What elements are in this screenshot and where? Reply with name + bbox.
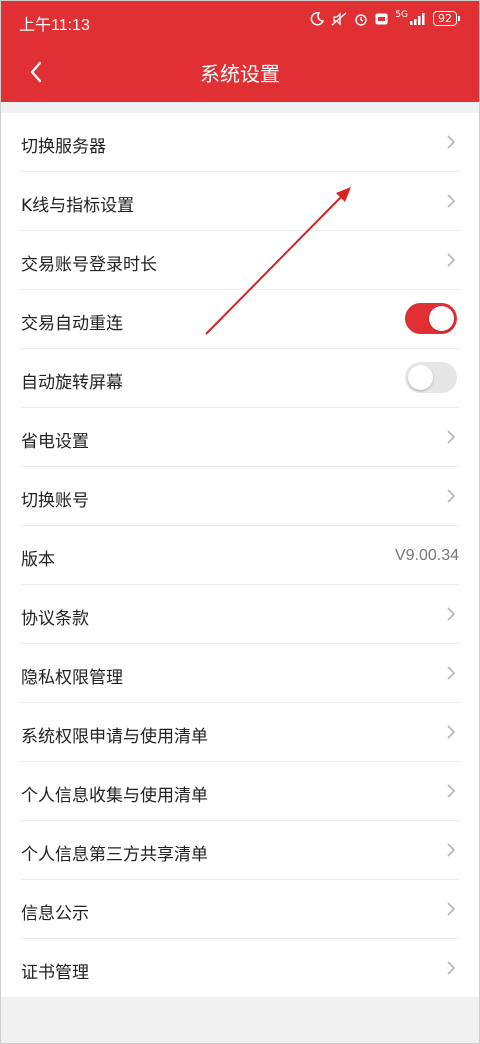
page-title: 系统设置: [200, 62, 280, 86]
phone-screen: 上午11:13 5G 92 系统设置 切换服务器 K线与指标设置交易账号登录时长交…: [0, 0, 480, 1044]
chevron-right-icon: [447, 784, 456, 798]
hd-icon: [375, 13, 388, 24]
settings-row-label: 切换账号: [21, 491, 89, 511]
settings-row[interactable]: 交易自动重连: [21, 290, 459, 349]
status-time: 上午11:13: [19, 17, 90, 34]
settings-row-label: 切换服务器: [21, 137, 106, 157]
settings-row-label: 隐私权限管理: [21, 668, 123, 688]
moon-icon: [311, 11, 325, 25]
settings-row[interactable]: 信息公示: [21, 880, 459, 939]
settings-row[interactable]: 切换服务器: [21, 113, 459, 172]
chevron-right-icon: [447, 843, 456, 857]
signal-icon: [410, 12, 425, 25]
settings-row[interactable]: 省电设置: [21, 408, 459, 467]
battery-icon: 92: [433, 11, 460, 26]
toggle-knob: [408, 365, 433, 390]
top-navigation-bar: 系统设置: [1, 41, 479, 102]
settings-row-label: 证书管理: [21, 963, 89, 983]
chevron-right-icon: [447, 489, 456, 503]
settings-row-label: 交易自动重连: [21, 314, 123, 334]
settings-row-label: 自动旋转屏幕: [21, 373, 123, 393]
alarm-icon: [355, 13, 367, 26]
settings-list: 切换服务器 K线与指标设置交易账号登录时长 交易自动重连 自动旋转屏幕 省电设置切换账号…: [1, 113, 479, 997]
mute-icon: [331, 11, 347, 26]
settings-row[interactable]: 证书管理: [21, 939, 459, 997]
settings-row[interactable]: 隐私权限管理: [21, 644, 459, 703]
settings-row[interactable]: 协议条款: [21, 585, 459, 644]
toggle-knob: [429, 306, 454, 331]
settings-row[interactable]: 交易账号登录时长: [21, 231, 459, 290]
status-bar: 上午11:13 5G 92: [1, 1, 479, 41]
chevron-right-icon: [447, 666, 456, 680]
toggle-switch[interactable]: [405, 303, 457, 334]
settings-row-label: 交易账号登录时长: [21, 255, 157, 275]
settings-row-label: 版本: [21, 550, 55, 570]
settings-row-label: 个人信息第三方共享清单: [21, 845, 208, 865]
settings-row[interactable]: 切换账号: [21, 467, 459, 526]
settings-row-label: 省电设置: [21, 432, 89, 452]
settings-row[interactable]: K线与指标设置: [21, 172, 459, 231]
network-label: 5G: [395, 9, 408, 20]
settings-row-label: 信息公示: [21, 904, 89, 924]
chevron-right-icon: [447, 430, 456, 444]
chevron-right-icon: [447, 902, 456, 916]
version-value: V9.00.34: [394, 547, 459, 564]
settings-row-label: 系统权限申请与使用清单: [21, 727, 208, 747]
settings-row-label: 个人信息收集与使用清单: [21, 786, 208, 806]
chevron-right-icon: [447, 961, 456, 975]
settings-row-label: 协议条款: [21, 609, 89, 629]
settings-row[interactable]: 版本 V9.00.34: [21, 526, 459, 585]
chevron-right-icon: [447, 607, 456, 621]
settings-row[interactable]: 个人信息收集与使用清单: [21, 762, 459, 821]
status-icons: 5G 92: [310, 9, 460, 26]
settings-row-label: K线与指标设置: [21, 196, 135, 216]
settings-row[interactable]: 个人信息第三方共享清单: [21, 821, 459, 880]
chevron-right-icon: [447, 253, 456, 267]
chevron-right-icon: [447, 135, 456, 149]
toggle-switch[interactable]: [405, 362, 457, 393]
chevron-right-icon: [447, 194, 456, 208]
settings-row[interactable]: 系统权限申请与使用清单: [21, 703, 459, 762]
chevron-right-icon: [447, 725, 456, 739]
settings-row[interactable]: 自动旋转屏幕: [21, 349, 459, 408]
